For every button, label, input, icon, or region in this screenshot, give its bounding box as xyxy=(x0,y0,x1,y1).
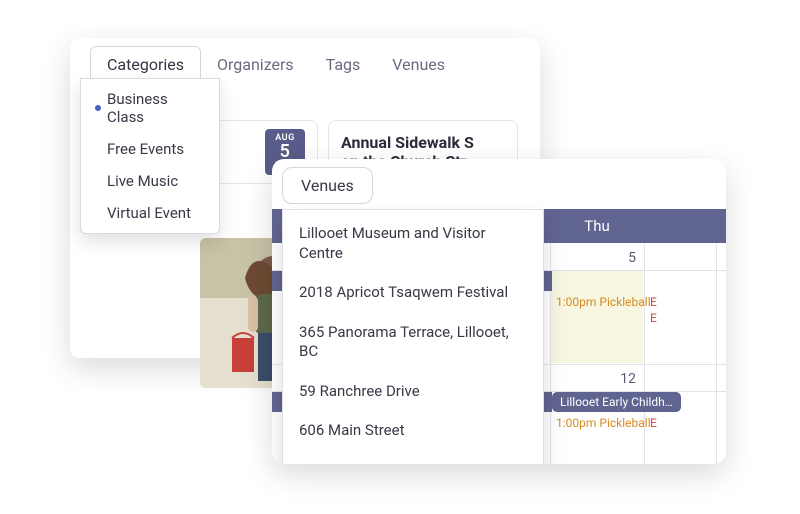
tab-tags[interactable]: Tags xyxy=(310,47,377,82)
calendar-panel: Venues Thu 4 5 hildh… od Forve 1:00pm Pi… xyxy=(272,159,726,464)
venue-item-1[interactable]: 2018 Apricot Tsaqwem Festival xyxy=(283,273,543,313)
daynum-5: 5 xyxy=(550,246,644,270)
event-pickleball-1[interactable]: 1:00pm Pickleball xyxy=(556,295,651,309)
category-business-class[interactable]: Business Class xyxy=(81,83,219,133)
grid-vline xyxy=(716,243,717,464)
category-live-music[interactable]: Live Music xyxy=(81,165,219,197)
category-virtual-event[interactable]: Virtual Event xyxy=(81,197,219,229)
cell-highlight xyxy=(551,271,643,363)
venue-item-2[interactable]: 365 Panorama Terrace, Lillooet, BC xyxy=(283,313,543,372)
event-pill-lillooet[interactable]: Lillooet Early Childh… xyxy=(552,392,681,412)
event-e-2[interactable]: E xyxy=(650,416,657,430)
categories-dropdown[interactable]: Business Class Free Events Live Music Vi… xyxy=(80,78,220,234)
tab-organizers[interactable]: Organizers xyxy=(201,47,310,82)
col-header-thu: Thu xyxy=(550,209,644,243)
venue-item-0[interactable]: Lillooet Museum and Visitor Centre xyxy=(283,214,543,273)
tab-venues-active[interactable]: Venues xyxy=(282,167,373,204)
venues-dropdown[interactable]: Lillooet Museum and Visitor Centre 2018 … xyxy=(282,209,544,464)
venue-item-4[interactable]: 606 Main Street xyxy=(283,411,543,451)
venue-item-5[interactable]: 680 Main St. xyxy=(283,451,543,465)
event-e-1b[interactable]: E xyxy=(650,311,657,325)
category-free-events[interactable]: Free Events xyxy=(81,133,219,165)
venue-item-3[interactable]: 59 Ranchree Drive xyxy=(283,372,543,412)
tab-venues[interactable]: Venues xyxy=(376,47,461,82)
calendar-header: Venues xyxy=(272,159,726,208)
event-e-1[interactable]: E xyxy=(650,295,657,309)
event-pickleball-2[interactable]: 1:00pm Pickleball xyxy=(556,416,651,430)
grid-vline xyxy=(644,243,645,464)
daynum-12: 12 xyxy=(550,367,644,391)
